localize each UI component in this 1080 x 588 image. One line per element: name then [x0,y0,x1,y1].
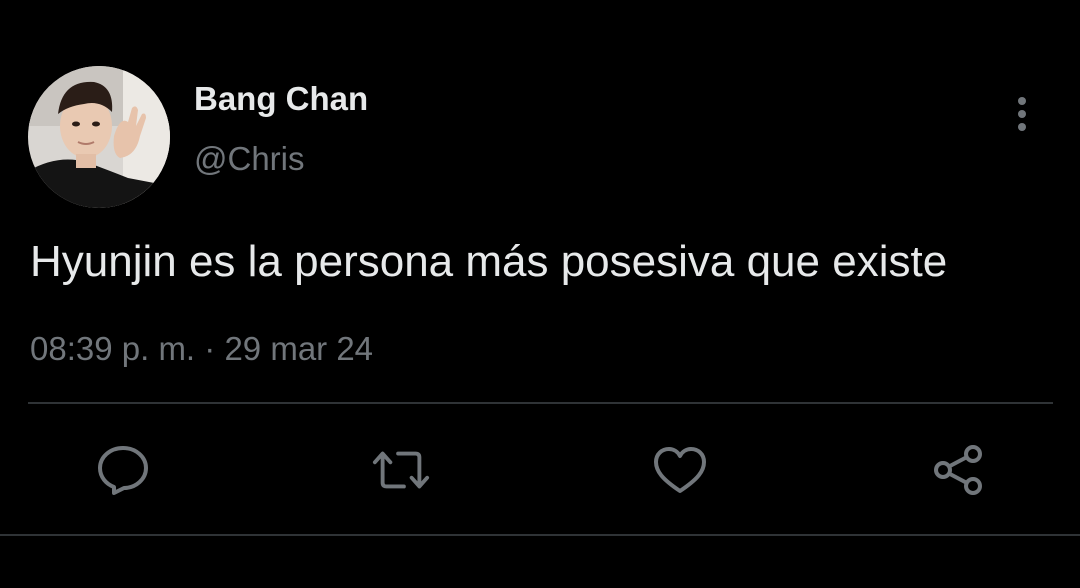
heart-icon [654,447,706,493]
share-icon [934,445,982,495]
reply-button[interactable] [93,440,153,500]
tweet-detail: Bang Chan @Chris Hyunjin es la persona m… [0,0,1080,588]
tweet-time: 08:39 p. m. [30,330,196,367]
avatar-photo [28,66,170,208]
like-button[interactable] [650,440,710,500]
display-name[interactable]: Bang Chan [194,80,368,118]
retweet-icon [372,451,430,489]
more-vertical-icon [1018,97,1026,131]
divider-bottom [0,534,1080,536]
tweet-date: 29 mar 24 [224,330,374,367]
user-handle[interactable]: @Chris [194,140,305,178]
tweet-text: Hyunjin es la persona más posesiva que e… [30,237,948,286]
tweet-timestamp[interactable]: 08:39 p. m. · 29 mar 24 [30,330,373,368]
more-options-button[interactable] [1004,94,1040,134]
retweet-button[interactable] [371,440,431,500]
share-button[interactable] [928,440,988,500]
reply-icon [98,446,148,495]
avatar[interactable] [28,66,170,208]
meta-separator: · [204,330,216,367]
divider [28,402,1053,404]
